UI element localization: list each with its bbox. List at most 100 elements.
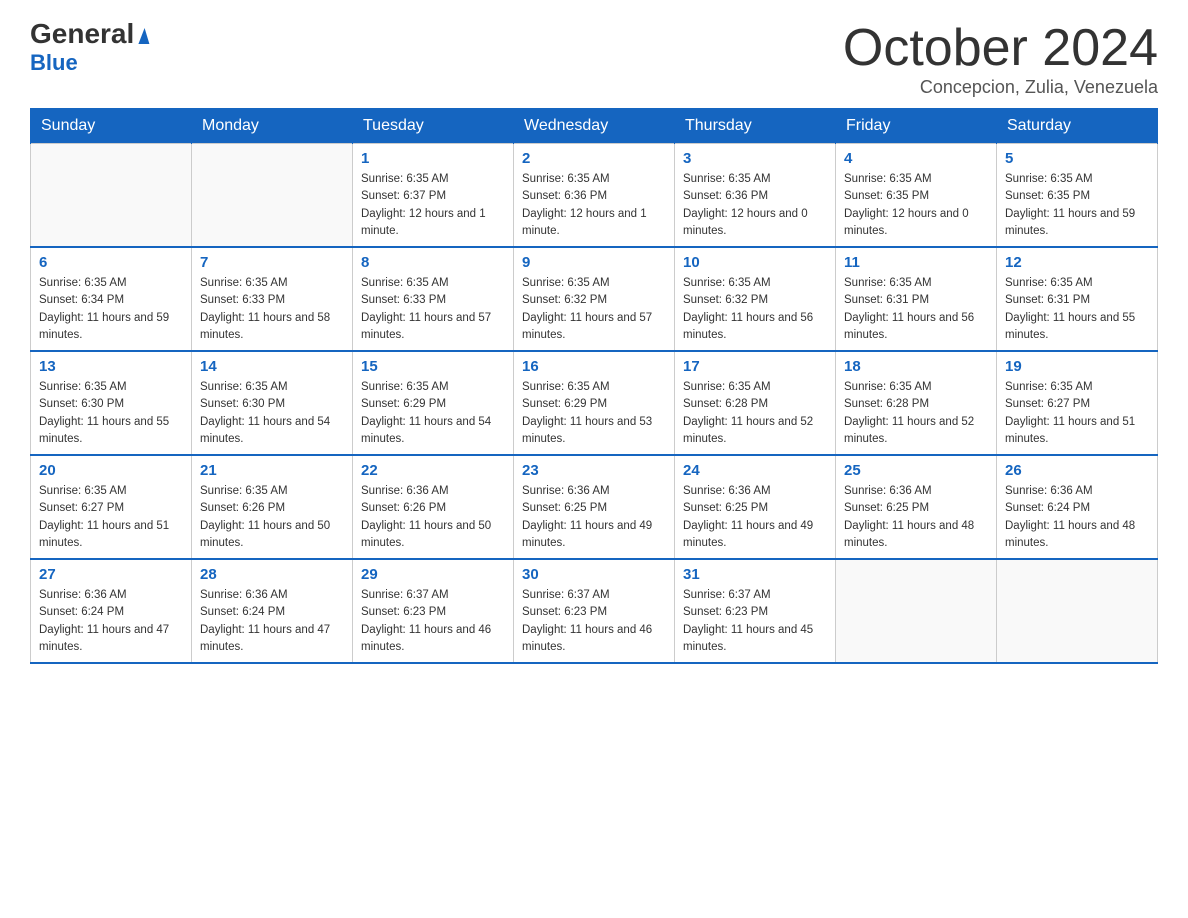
day-info: Sunrise: 6:35 AMSunset: 6:33 PMDaylight:… [200, 275, 344, 344]
day-number: 2 [522, 150, 666, 167]
calendar-cell: 15 Sunrise: 6:35 AMSunset: 6:29 PMDayligh… [353, 351, 514, 455]
calendar-day-header: Saturday [997, 109, 1158, 144]
day-number: 1 [361, 150, 505, 167]
day-number: 31 [683, 566, 827, 583]
day-info: Sunrise: 6:35 AMSunset: 6:35 PMDaylight:… [844, 171, 988, 240]
page-header: General Blue October 2024 Concepcion, Zu… [30, 20, 1158, 98]
day-info: Sunrise: 6:36 AMSunset: 6:24 PMDaylight:… [1005, 483, 1149, 552]
calendar-day-header: Friday [836, 109, 997, 144]
day-number: 15 [361, 358, 505, 375]
calendar-cell: 30 Sunrise: 6:37 AMSunset: 6:23 PMDayligh… [514, 559, 675, 663]
calendar-day-header: Tuesday [353, 109, 514, 144]
calendar-cell: 22 Sunrise: 6:36 AMSunset: 6:26 PMDayligh… [353, 455, 514, 559]
calendar-cell: 14 Sunrise: 6:35 AMSunset: 6:30 PMDayligh… [192, 351, 353, 455]
day-info: Sunrise: 6:35 AMSunset: 6:26 PMDaylight:… [200, 483, 344, 552]
calendar-cell: 23 Sunrise: 6:36 AMSunset: 6:25 PMDayligh… [514, 455, 675, 559]
calendar-cell: 21 Sunrise: 6:35 AMSunset: 6:26 PMDayligh… [192, 455, 353, 559]
day-number: 9 [522, 254, 666, 271]
day-number: 26 [1005, 462, 1149, 479]
day-info: Sunrise: 6:35 AMSunset: 6:30 PMDaylight:… [39, 379, 183, 448]
calendar-header-row: SundayMondayTuesdayWednesdayThursdayFrid… [31, 109, 1158, 144]
calendar-cell: 12 Sunrise: 6:35 AMSunset: 6:31 PMDayligh… [997, 247, 1158, 351]
day-info: Sunrise: 6:35 AMSunset: 6:27 PMDaylight:… [1005, 379, 1149, 448]
calendar-day-header: Monday [192, 109, 353, 144]
day-info: Sunrise: 6:35 AMSunset: 6:27 PMDaylight:… [39, 483, 183, 552]
calendar-cell: 2 Sunrise: 6:35 AMSunset: 6:36 PMDaylight… [514, 144, 675, 248]
calendar-cell: 16Sunrise: 6:35 AMSunset: 6:29 PMDayligh… [514, 351, 675, 455]
calendar-day-header: Thursday [675, 109, 836, 144]
calendar-cell [31, 144, 192, 248]
title-area: October 2024 Concepcion, Zulia, Venezuel… [843, 20, 1158, 98]
calendar-cell [836, 559, 997, 663]
day-info: Sunrise: 6:37 AMSunset: 6:23 PMDaylight:… [522, 587, 666, 656]
day-info: Sunrise: 6:35 AMSunset: 6:31 PMDaylight:… [1005, 275, 1149, 344]
calendar-week-row: 6 Sunrise: 6:35 AMSunset: 6:34 PMDaylight… [31, 247, 1158, 351]
day-number: 28 [200, 566, 344, 583]
day-info: Sunrise: 6:35 AMSunset: 6:28 PMDaylight:… [844, 379, 988, 448]
day-info: Sunrise: 6:36 AMSunset: 6:24 PMDaylight:… [39, 587, 183, 656]
calendar-week-row: 13Sunrise: 6:35 AMSunset: 6:30 PMDayligh… [31, 351, 1158, 455]
day-number: 20 [39, 462, 183, 479]
day-info: Sunrise: 6:37 AMSunset: 6:23 PMDaylight:… [361, 587, 505, 656]
day-number: 5 [1005, 150, 1149, 167]
subtitle: Concepcion, Zulia, Venezuela [843, 77, 1158, 98]
day-info: Sunrise: 6:35 AMSunset: 6:31 PMDaylight:… [844, 275, 988, 344]
day-number: 11 [844, 254, 988, 271]
day-number: 25 [844, 462, 988, 479]
day-number: 3 [683, 150, 827, 167]
day-info: Sunrise: 6:35 AMSunset: 6:33 PMDaylight:… [361, 275, 505, 344]
calendar-cell: 19 Sunrise: 6:35 AMSunset: 6:27 PMDayligh… [997, 351, 1158, 455]
logo-blue: Blue [30, 50, 78, 76]
day-info: Sunrise: 6:35 AMSunset: 6:37 PMDaylight:… [361, 171, 505, 240]
calendar-cell: 3 Sunrise: 6:35 AMSunset: 6:36 PMDaylight… [675, 144, 836, 248]
calendar-cell: 24Sunrise: 6:36 AMSunset: 6:25 PMDayligh… [675, 455, 836, 559]
day-info: Sunrise: 6:36 AMSunset: 6:25 PMDaylight:… [844, 483, 988, 552]
calendar-cell: 20 Sunrise: 6:35 AMSunset: 6:27 PMDayligh… [31, 455, 192, 559]
day-number: 19 [1005, 358, 1149, 375]
day-info: Sunrise: 6:35 AMSunset: 6:29 PMDaylight:… [361, 379, 505, 448]
calendar-cell: 5 Sunrise: 6:35 AMSunset: 6:35 PMDaylight… [997, 144, 1158, 248]
day-number: 29 [361, 566, 505, 583]
day-info: Sunrise: 6:36 AMSunset: 6:26 PMDaylight:… [361, 483, 505, 552]
day-info: Sunrise: 6:35 AMSunset: 6:35 PMDaylight:… [1005, 171, 1149, 240]
day-info: Sunrise: 6:36 AMSunset: 6:25 PMDaylight:… [522, 483, 666, 552]
day-info: Sunrise: 6:35 AMSunset: 6:36 PMDaylight:… [522, 171, 666, 240]
day-number: 23 [522, 462, 666, 479]
calendar-cell: 29 Sunrise: 6:37 AMSunset: 6:23 PMDayligh… [353, 559, 514, 663]
day-number: 22 [361, 462, 505, 479]
day-number: 6 [39, 254, 183, 271]
day-number: 16 [522, 358, 666, 375]
day-info: Sunrise: 6:37 AMSunset: 6:23 PMDaylight:… [683, 587, 827, 656]
calendar-cell: 25 Sunrise: 6:36 AMSunset: 6:25 PMDayligh… [836, 455, 997, 559]
day-number: 27 [39, 566, 183, 583]
day-info: Sunrise: 6:35 AMSunset: 6:36 PMDaylight:… [683, 171, 827, 240]
calendar-cell: 8Sunrise: 6:35 AMSunset: 6:33 PMDaylight… [353, 247, 514, 351]
logo: General Blue [30, 20, 148, 76]
calendar-cell: 4 Sunrise: 6:35 AMSunset: 6:35 PMDaylight… [836, 144, 997, 248]
page-title: October 2024 [843, 20, 1158, 77]
day-number: 12 [1005, 254, 1149, 271]
calendar-day-header: Sunday [31, 109, 192, 144]
day-info: Sunrise: 6:35 AMSunset: 6:30 PMDaylight:… [200, 379, 344, 448]
day-info: Sunrise: 6:36 AMSunset: 6:25 PMDaylight:… [683, 483, 827, 552]
day-number: 21 [200, 462, 344, 479]
day-number: 7 [200, 254, 344, 271]
day-number: 10 [683, 254, 827, 271]
calendar-cell: 1 Sunrise: 6:35 AMSunset: 6:37 PMDaylight… [353, 144, 514, 248]
calendar-cell [997, 559, 1158, 663]
calendar-day-header: Wednesday [514, 109, 675, 144]
day-number: 18 [844, 358, 988, 375]
day-number: 30 [522, 566, 666, 583]
calendar-cell [192, 144, 353, 248]
day-info: Sunrise: 6:35 AMSunset: 6:32 PMDaylight:… [683, 275, 827, 344]
calendar-cell: 11 Sunrise: 6:35 AMSunset: 6:31 PMDayligh… [836, 247, 997, 351]
day-number: 4 [844, 150, 988, 167]
day-number: 14 [200, 358, 344, 375]
calendar-week-row: 27 Sunrise: 6:36 AMSunset: 6:24 PMDayligh… [31, 559, 1158, 663]
calendar-cell: 10 Sunrise: 6:35 AMSunset: 6:32 PMDayligh… [675, 247, 836, 351]
day-info: Sunrise: 6:35 AMSunset: 6:34 PMDaylight:… [39, 275, 183, 344]
day-info: Sunrise: 6:36 AMSunset: 6:24 PMDaylight:… [200, 587, 344, 656]
calendar-cell: 18 Sunrise: 6:35 AMSunset: 6:28 PMDayligh… [836, 351, 997, 455]
calendar-week-row: 20 Sunrise: 6:35 AMSunset: 6:27 PMDayligh… [31, 455, 1158, 559]
calendar-cell: 9Sunrise: 6:35 AMSunset: 6:32 PMDaylight… [514, 247, 675, 351]
